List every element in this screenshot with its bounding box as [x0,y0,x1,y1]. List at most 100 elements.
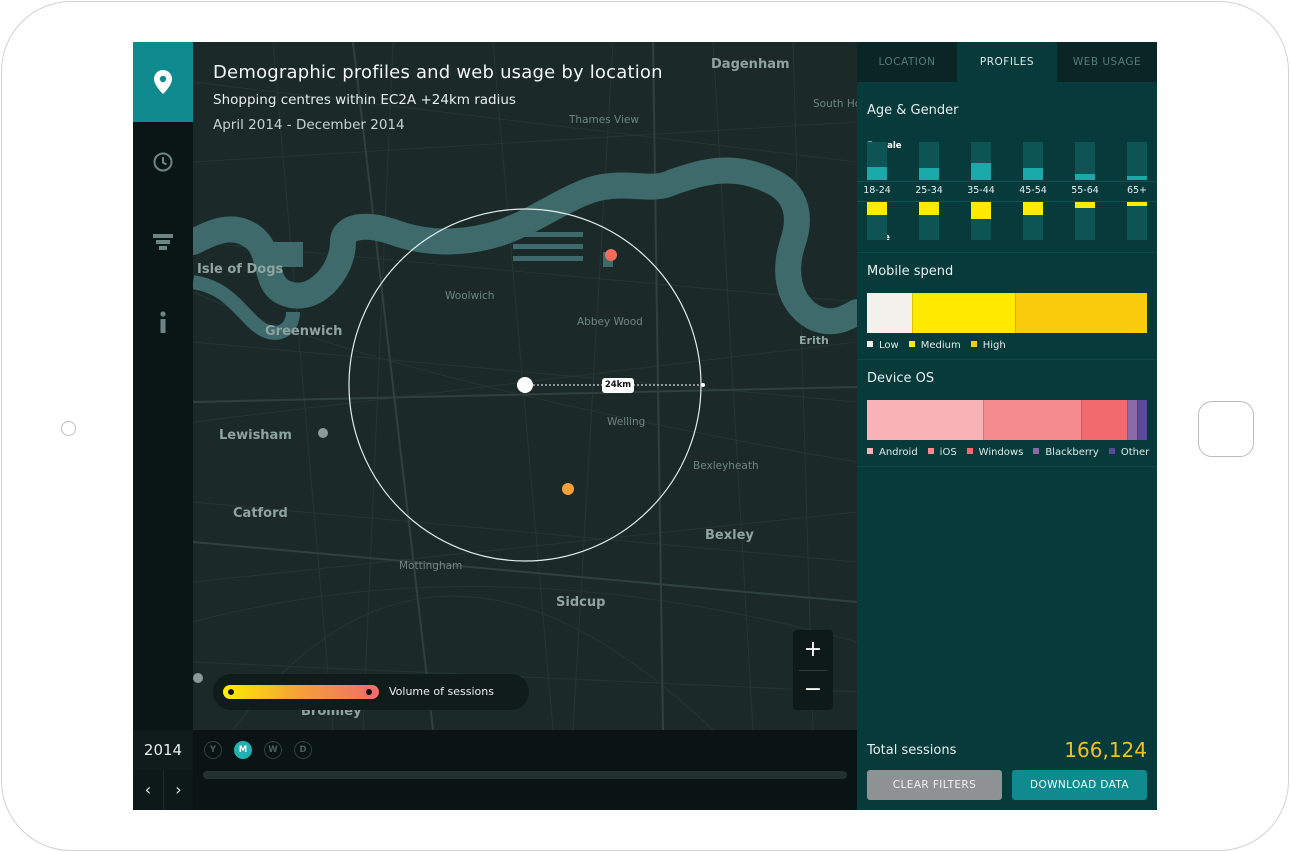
tab-location[interactable]: LOCATION [857,42,957,82]
page-title: Demographic profiles and web usage by lo… [213,62,663,83]
device-os-bar[interactable] [867,400,1147,440]
timeline: 2014 ‹ › Y M W D [133,730,857,810]
zoom-control: + − [793,630,833,710]
nav-filter[interactable] [133,202,193,282]
legend-label: Other [1120,447,1150,458]
timeline-track[interactable] [203,771,847,779]
legend-min-marker [228,689,234,695]
year-label: 2014 [133,730,193,770]
section-divider [857,252,1157,253]
period-day[interactable]: D [294,741,312,759]
place-label: Greenwich [265,324,343,339]
spend-segment-medium[interactable] [911,293,1016,333]
period-week[interactable]: W [264,741,282,759]
right-panel: LOCATION PROFILES WEB USAGE Age & Gender… [857,42,1157,810]
legend-swatch [867,341,873,347]
os-legend-item: Windows [966,447,1024,458]
legend-swatch [867,448,873,454]
male-bar [919,202,939,215]
os-segment-windows[interactable] [1081,400,1128,440]
period-year[interactable]: Y [204,741,222,759]
place-label: Thames View [569,114,639,126]
place-label: Catford [233,506,288,521]
spend-segment-low[interactable] [867,293,912,333]
download-data-button[interactable]: DOWNLOAD DATA [1012,770,1147,800]
age-category-label: 25-34 [915,185,943,196]
zoom-out-button[interactable]: − [793,670,833,710]
male-bar-track [1127,202,1147,240]
place-label: Bexley [705,528,754,543]
total-sessions-label: Total sessions [867,743,957,758]
os-segment-other[interactable] [1137,400,1147,440]
mobile-spend-bar[interactable] [867,293,1147,333]
date-range: April 2014 - December 2014 [213,117,405,133]
home-button[interactable] [1198,401,1254,457]
age-axis-bottom [857,201,1157,202]
os-segment-blackberry[interactable] [1127,400,1138,440]
legend-swatch [970,341,977,347]
map-canvas [193,42,857,730]
place-label: Abbey Wood [577,316,643,328]
legend-label: Medium [920,340,961,351]
mobile-spend-legend: Low Medium High [867,340,1016,351]
age-category-label: 35-44 [967,185,995,196]
age-axis-top [857,181,1157,182]
male-bar [1127,202,1147,206]
age-category-label: 18-24 [863,185,891,196]
zoom-in-button[interactable]: + [793,630,833,670]
nav-location[interactable] [133,42,193,122]
period-month[interactable]: M [234,741,252,759]
legend-label: Android [879,447,918,458]
section-divider [857,359,1157,360]
age-category-label: 65+ [1126,185,1148,196]
legend-swatch [1108,448,1115,454]
age-gender-title: Age & Gender [867,103,959,118]
map-view[interactable]: Dagenham Isle of Dogs Greenwich Lewisham… [193,42,857,730]
male-bar [1075,202,1095,208]
female-bar [1127,176,1147,180]
legend-label: High [982,340,1006,351]
legend-swatch [927,448,934,454]
app-screen: Dagenham Isle of Dogs Greenwich Lewisham… [133,42,1157,810]
next-year-button[interactable]: › [163,770,193,810]
total-sessions-value: 166,124 [1064,738,1147,762]
legend-label: Low [879,340,899,351]
place-label: Welling [607,416,646,428]
os-segment-ios[interactable] [983,400,1082,440]
place-label: Mottingham [399,560,463,572]
spend-legend-item: High [970,340,1006,351]
female-bar [867,167,887,180]
nav-info[interactable] [133,282,193,362]
spend-legend-item: Low [867,340,899,351]
place-label: Sidcup [556,595,606,610]
os-legend-item: Blackberry [1033,447,1099,458]
female-bar [971,163,991,180]
place-label: Dagenham [711,57,790,72]
place-label: Isle of Dogs [197,262,284,277]
place-label: Lewisham [219,428,292,443]
camera [61,421,76,436]
tab-web-usage[interactable]: WEB USAGE [1057,42,1157,82]
os-segment-android[interactable] [867,400,984,440]
legend-swatch [908,341,915,347]
prev-year-button[interactable]: ‹ [133,770,163,810]
map-subtitle: Shopping centres within EC2A +24km radiu… [213,92,516,108]
device-os-title: Device OS [867,371,935,386]
info-icon [160,311,166,333]
os-legend-item: Other [1108,447,1150,458]
panel-tabs: LOCATION PROFILES WEB USAGE [857,42,1157,82]
sidebar-nav [133,42,193,730]
radius-label[interactable]: 24km [602,378,634,393]
spend-segment-high[interactable] [1015,293,1147,333]
male-bar [867,202,887,215]
device-os-legend: Android iOS Windows Blackberry Other [867,447,1157,458]
tab-profiles[interactable]: PROFILES [957,42,1057,82]
female-bar [1075,174,1095,180]
os-legend-item: Android [867,447,918,458]
legend-label: Windows [978,447,1024,458]
nav-time[interactable] [133,122,193,202]
legend-swatch [966,448,973,454]
legend-swatch [1033,448,1040,454]
clear-filters-button[interactable]: CLEAR FILTERS [867,770,1002,800]
female-bar [1023,168,1043,180]
